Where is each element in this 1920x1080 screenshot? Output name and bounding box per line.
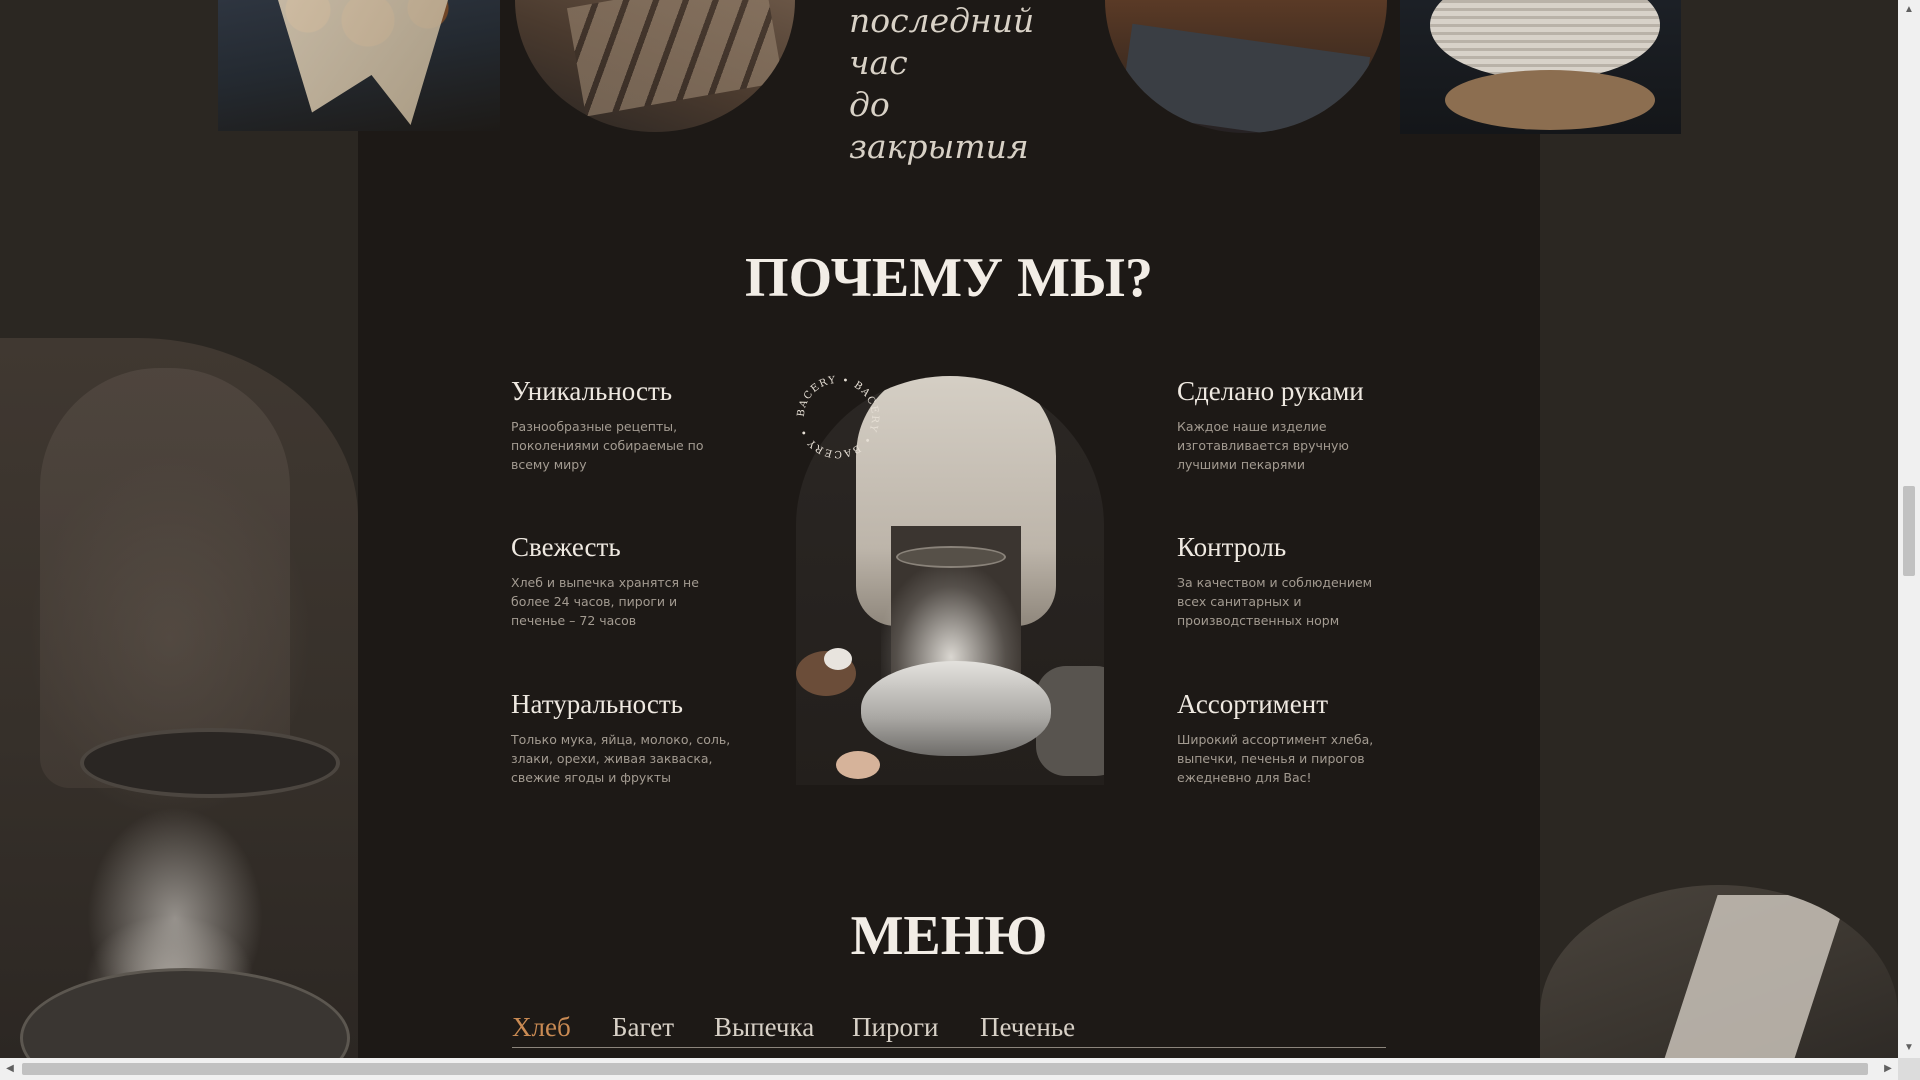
sieve bbox=[896, 546, 1006, 568]
baker-shirt bbox=[40, 368, 290, 788]
scroll-left-icon[interactable]: ◀ bbox=[0, 1058, 20, 1080]
bacery-stamp-logo: BACERY • BACERY • BACERY • bbox=[796, 375, 880, 459]
closing-line-2: до закрытия bbox=[849, 85, 1029, 166]
scrollbar-corner bbox=[1898, 1058, 1920, 1080]
feature-text: Каждое наше изделие изготавливается вруч… bbox=[1177, 419, 1349, 472]
feature-control: Контроль За качеством и соблюдением всех… bbox=[1177, 532, 1397, 630]
stamp-text: BACERY • BACERY • BACERY • bbox=[796, 375, 879, 459]
scroll-down-icon[interactable]: ▼ bbox=[1898, 1038, 1920, 1058]
feature-naturalness: Натуральность Только мука, яйца, молоко,… bbox=[511, 689, 731, 787]
feature-title: Натуральность bbox=[511, 689, 683, 719]
eggshell bbox=[836, 751, 880, 779]
closing-line-1: последний час bbox=[849, 1, 1035, 82]
feature-title: Ассортимент bbox=[1177, 689, 1329, 719]
feature-freshness: Свежесть Хлеб и выпечка хранятся не боле… bbox=[511, 532, 731, 630]
tab-pastry[interactable]: Выпечка bbox=[714, 1012, 814, 1043]
baking-paper bbox=[278, 0, 448, 125]
vertical-scrollbar[interactable]: ▲ ▼ bbox=[1898, 0, 1920, 1058]
why-us-title: ПОЧЕМУ МЫ? bbox=[745, 247, 1153, 309]
svg-text:BACERY • BACERY • BACERY •: BACERY • BACERY • BACERY • bbox=[796, 375, 880, 459]
proofing-basket bbox=[1430, 0, 1660, 80]
tab-baguette[interactable]: Багет bbox=[612, 1012, 674, 1043]
feature-title: Сделано руками bbox=[1177, 376, 1364, 406]
page-viewport: последний час до закрытия ПОЧЕМУ МЫ? Уни… bbox=[0, 0, 1898, 1058]
scroll-right-icon[interactable]: ▶ bbox=[1878, 1058, 1898, 1080]
menu-title: МЕНЮ bbox=[850, 905, 1048, 967]
scroll-up-icon[interactable]: ▲ bbox=[1898, 0, 1920, 20]
horizontal-scroll-thumb[interactable] bbox=[22, 1063, 1868, 1075]
slate-board bbox=[1119, 23, 1371, 133]
sieve bbox=[80, 728, 340, 798]
menu-tabs: Хлеб Багет Выпечка Пироги Печенье bbox=[512, 1008, 1386, 1048]
feature-handmade: Сделано руками Каждое наше изделие изгот… bbox=[1177, 376, 1397, 474]
feature-text: Хлеб и выпечка хранятся не более 24 часо… bbox=[511, 575, 699, 628]
tab-cookies[interactable]: Печенье bbox=[980, 1012, 1075, 1043]
dough-photo bbox=[1540, 885, 1898, 1058]
cookies-photo bbox=[218, 0, 500, 131]
closing-hour-text: последний час до закрытия bbox=[849, 0, 1069, 168]
feature-text: Широкий ассортимент хлеба, выпечки, пече… bbox=[1177, 732, 1374, 785]
feature-assortment: Ассортимент Широкий ассортимент хлеба, в… bbox=[1177, 689, 1397, 787]
tab-pies[interactable]: Пироги bbox=[852, 1012, 938, 1043]
feature-uniqueness: Уникальность Разнообразные рецепты, поко… bbox=[511, 376, 731, 474]
feature-title: Контроль bbox=[1177, 532, 1287, 562]
feature-text: Только мука, яйца, молоко, соль, злаки, … bbox=[511, 732, 731, 785]
vertical-scroll-thumb[interactable] bbox=[1903, 486, 1915, 576]
egg bbox=[824, 648, 852, 670]
feature-title: Свежесть bbox=[511, 532, 621, 562]
mixing-bowl bbox=[20, 968, 350, 1058]
feature-title: Уникальность bbox=[511, 376, 673, 406]
tab-bread[interactable]: Хлеб bbox=[512, 1012, 571, 1043]
proofing-basket-photo bbox=[1400, 0, 1681, 134]
baker-sifting-photo bbox=[0, 338, 358, 1058]
wooden-board bbox=[1445, 70, 1655, 130]
linen-cloth bbox=[1662, 895, 1848, 1058]
feature-text: За качеством и соблюдением всех санитарн… bbox=[1177, 575, 1373, 628]
feature-text: Разнообразные рецепты, поколениями собир… bbox=[511, 419, 704, 472]
flour-bowl bbox=[861, 661, 1051, 756]
pie-photo bbox=[1105, 0, 1387, 133]
horizontal-scrollbar[interactable]: ◀ ▶ bbox=[0, 1058, 1898, 1080]
